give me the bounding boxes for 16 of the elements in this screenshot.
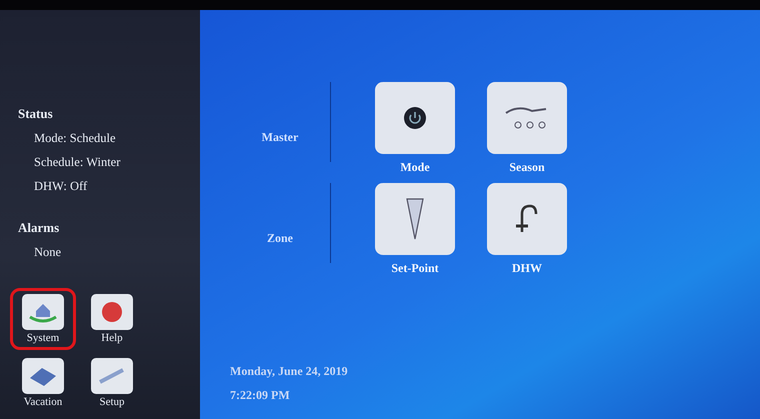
sidebar-tile-button[interactable]: Help bbox=[82, 288, 142, 350]
group-label: Zone bbox=[266, 231, 294, 246]
sidebar-tile-button[interactable]: System bbox=[10, 288, 76, 350]
alarm-text: None bbox=[33, 244, 62, 261]
date-text: Monday, June 24, 2019 bbox=[230, 363, 349, 380]
status-text: DHW: Off bbox=[33, 178, 88, 195]
sidebar-tile-button[interactable]: Setup bbox=[82, 352, 142, 414]
sidebar-tile-button[interactable]: Vacation bbox=[10, 352, 76, 414]
group-label: Master bbox=[260, 130, 300, 145]
alarms-heading: Alarms bbox=[18, 219, 60, 237]
power-icon bbox=[402, 105, 428, 131]
status-text: Schedule: Winter bbox=[33, 154, 122, 171]
time-text: 7:22:09 PM bbox=[230, 387, 291, 404]
status-text: Mode: Schedule bbox=[33, 130, 117, 147]
help-ball-icon bbox=[100, 300, 124, 324]
status-heading: Status bbox=[18, 105, 54, 123]
